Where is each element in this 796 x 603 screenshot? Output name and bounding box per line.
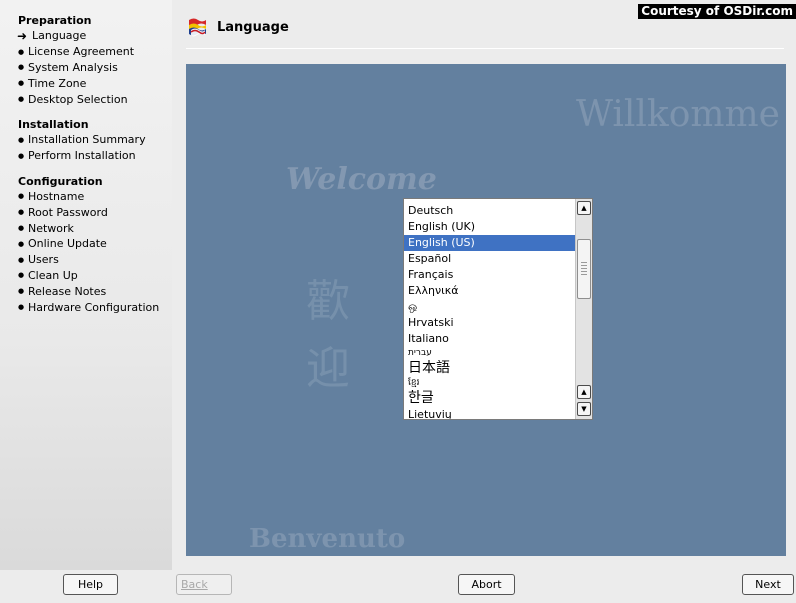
language-option[interactable]: Deutsch [404, 203, 578, 219]
step-heading: Installation [18, 117, 89, 131]
abort-button[interactable]: Abort [458, 574, 515, 595]
step-item: ● Hostname [18, 189, 172, 205]
background-text-welcome: Welcome [286, 162, 437, 197]
step-label: License Agreement [28, 45, 135, 59]
current-step-arrow-icon: ➜ [17, 28, 28, 43]
header-divider [186, 48, 784, 49]
step-item: ● Root Password [18, 204, 172, 220]
step-label: Time Zone [28, 76, 87, 90]
step-item: ● Desktop Selection [18, 91, 172, 107]
step-label: Hostname [28, 189, 85, 203]
step-label: Release Notes [28, 284, 107, 298]
bullet-icon: ● [18, 239, 25, 248]
bullet-icon: ● [18, 151, 25, 160]
bullet-icon: ● [18, 79, 25, 88]
steps-sidebar: Preparation ➜ Language ● License Agreement ● S… [0, 0, 172, 570]
step-label: Language [32, 29, 87, 43]
step-item: ● Release Notes [18, 283, 172, 299]
scroll-up-button[interactable]: ▲ [577, 201, 591, 215]
bullet-icon: ● [18, 192, 25, 201]
step-heading: Configuration [18, 174, 103, 188]
back-button[interactable]: Back [176, 574, 232, 595]
watermark-label: Courtesy of OSDir.com [638, 4, 796, 19]
language-option[interactable]: ខ្មែរ [404, 377, 578, 390]
step-label: Network [28, 221, 74, 235]
background-text-kanji-2: 迎 [306, 343, 350, 394]
step-item: ● Hardware Configuration [18, 299, 172, 315]
main-area: Language Courtesy of OSDir.com Willkomme… [172, 0, 796, 570]
step-section-0: Preparation ➜ Language ● License Agreement ● S… [17, 14, 172, 107]
language-option[interactable]: English (UK) [404, 219, 578, 235]
language-option[interactable]: ஒ [404, 299, 578, 315]
step-item: ● License Agreement [18, 44, 172, 60]
language-option[interactable]: Lietuvių [404, 407, 578, 419]
language-option[interactable]: Hrvatski [404, 315, 578, 331]
step-label: Perform Installation [28, 149, 136, 163]
bullet-icon: ● [18, 271, 25, 280]
language-scrollbar[interactable]: ▲ ▲ ▼ [575, 199, 592, 419]
welcome-panel: Willkomme Welcome 歡 迎 Benvenuto Deutsch E… [186, 64, 786, 556]
bullet-icon: ● [18, 95, 25, 104]
language-option[interactable]: Ελληνικά [404, 283, 578, 299]
language-option[interactable]: Italiano [404, 331, 578, 347]
scroll-up-lower-button[interactable]: ▲ [577, 385, 591, 399]
step-label: Installation Summary [28, 133, 146, 147]
step-heading: Preparation [18, 14, 92, 27]
language-option[interactable]: 한글 [404, 390, 578, 407]
step-section-2: Configuration ● Hostname ● Root Password ● Net… [18, 175, 172, 315]
bullet-icon: ● [18, 135, 25, 144]
background-text-kanji-1: 歡 [306, 276, 350, 327]
step-label: Online Update [28, 237, 107, 251]
step-item: ● Online Update [18, 236, 172, 252]
scroll-thumb[interactable] [577, 239, 591, 299]
background-text-benvenuto: Benvenuto [249, 524, 406, 554]
page-header: Language [186, 16, 289, 38]
bullet-icon: ● [18, 224, 25, 233]
step-label: Desktop Selection [28, 92, 128, 106]
scroll-down-button[interactable]: ▼ [577, 402, 591, 416]
language-options: Deutsch English (UK) English (US) Español Fr… [404, 203, 578, 419]
step-label: Clean Up [28, 268, 78, 282]
step-item: ➜ Language [17, 28, 172, 44]
step-item: ● Network [18, 220, 172, 236]
step-section-1: Installation ● Installation Summary ● Perfor… [18, 118, 172, 164]
background-text-willkommen: Willkomme [576, 94, 780, 135]
bullet-icon: ● [18, 208, 25, 217]
language-option[interactable]: 日本語 [404, 360, 578, 377]
page-title: Language [217, 19, 289, 35]
bullet-icon: ● [18, 287, 25, 296]
step-item: ● System Analysis [18, 60, 172, 76]
step-label: Root Password [28, 205, 108, 219]
step-item: ● Installation Summary [18, 132, 172, 148]
language-option[interactable]: Français [404, 267, 578, 283]
back-button-label: Back [181, 578, 208, 591]
bullet-icon: ● [18, 63, 25, 72]
bullet-icon: ● [18, 47, 25, 56]
step-item: ● Time Zone [18, 75, 172, 91]
language-option[interactable]: English (US) [404, 235, 578, 251]
step-item: ● Perform Installation [18, 148, 172, 164]
step-label: Users [28, 253, 59, 267]
help-button[interactable]: Help [63, 574, 118, 595]
steps-list: Preparation ➜ Language ● License Agreement ● S… [0, 14, 172, 315]
language-option[interactable]: עברית [404, 347, 578, 360]
bullet-icon: ● [18, 303, 25, 312]
step-item: ● Clean Up [18, 268, 172, 284]
step-item: ● Users [18, 252, 172, 268]
bullet-icon: ● [18, 255, 25, 264]
flags-icon [189, 18, 206, 37]
step-label: Hardware Configuration [28, 300, 160, 314]
language-option[interactable]: Español [404, 251, 578, 267]
scroll-grip [581, 262, 587, 276]
next-button[interactable]: Next [742, 574, 794, 595]
step-label: System Analysis [28, 60, 118, 74]
language-listbox[interactable]: Deutsch English (UK) English (US) Español Fr… [403, 198, 593, 420]
